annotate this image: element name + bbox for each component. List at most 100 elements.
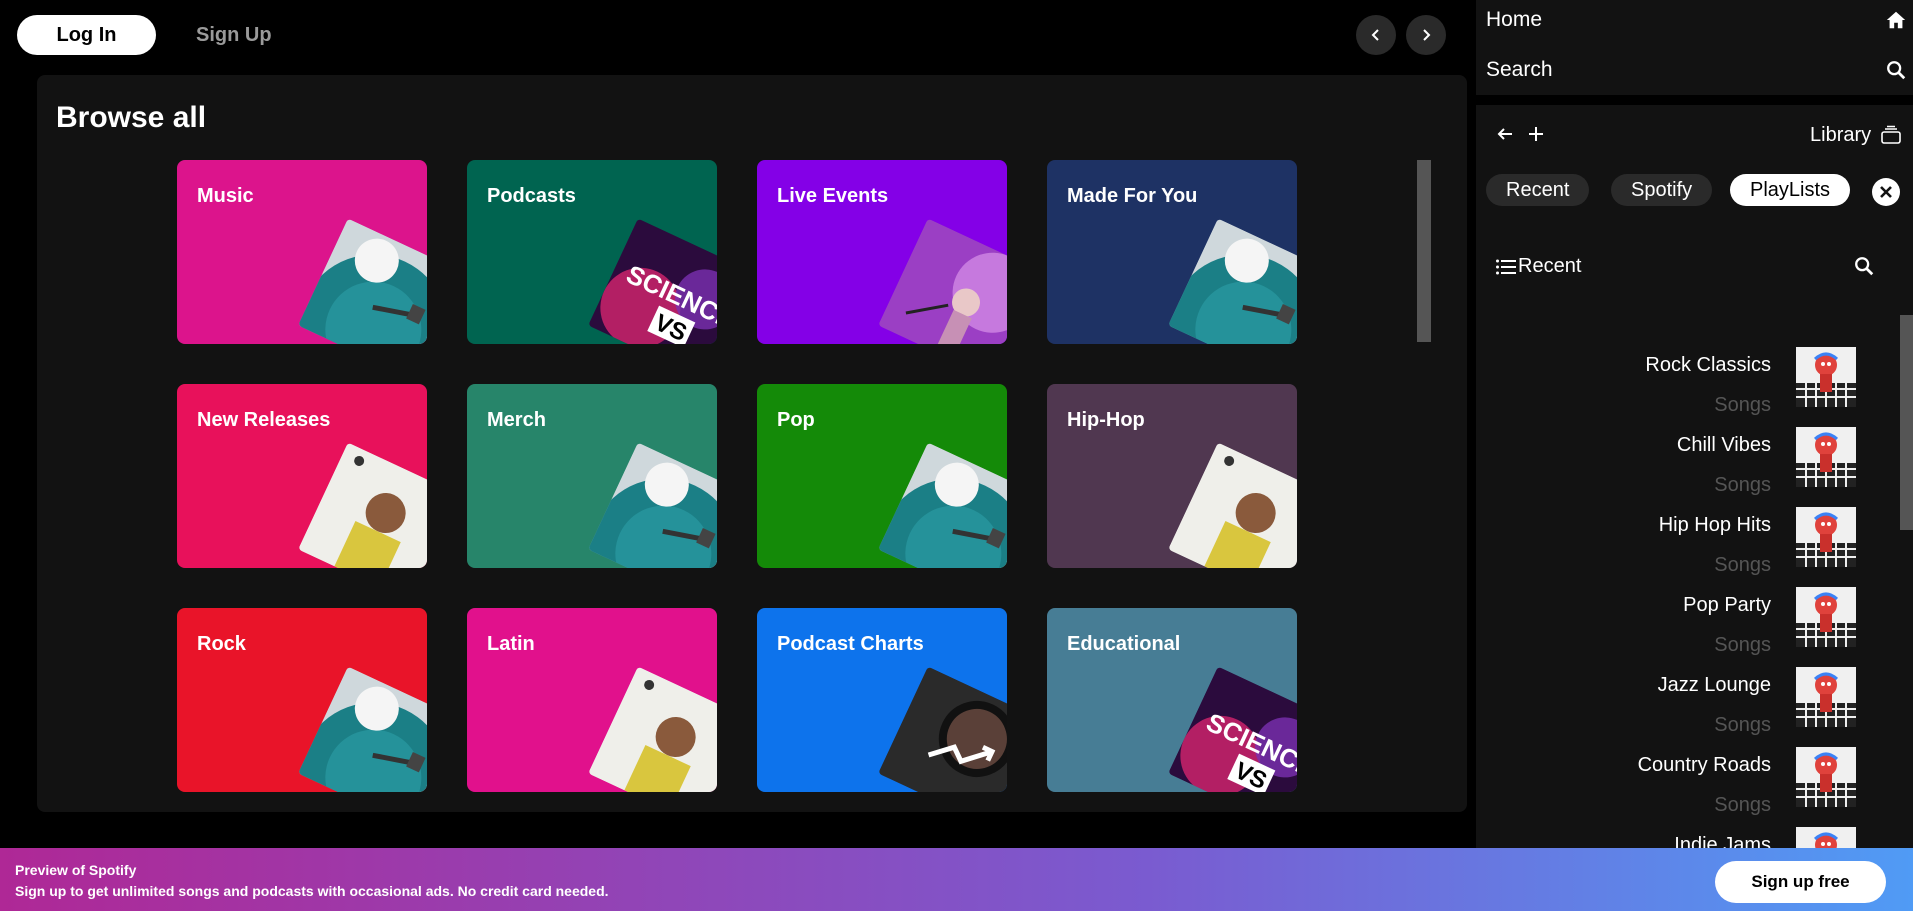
sidebar-item-search[interactable]: Search xyxy=(1486,58,1913,82)
chip-recent[interactable]: Recent xyxy=(1486,174,1590,206)
recent-label: Recent xyxy=(1518,255,1582,277)
search-icon xyxy=(1887,61,1906,80)
category-card-title: Educational xyxy=(1067,633,1181,655)
library-scrollbar[interactable] xyxy=(1900,315,1913,530)
category-card-title: Podcasts xyxy=(487,185,576,207)
concert-photo-icon xyxy=(878,218,1007,344)
clear-filter-button[interactable] xyxy=(1872,178,1900,206)
category-card-title: Music xyxy=(197,185,254,207)
sidebar-item-home[interactable]: Home xyxy=(1486,8,1913,32)
vinyl-record-icon xyxy=(298,666,427,792)
sort-recent-button[interactable]: Recent xyxy=(1496,255,1581,278)
home-label: Home xyxy=(1486,8,1543,31)
playlist-item[interactable]: Country Roads Songs xyxy=(1476,740,1913,820)
arrow-left-icon[interactable] xyxy=(1496,125,1514,143)
category-card-title: Merch xyxy=(487,409,546,431)
category-card-art: SCIENCE VS xyxy=(588,218,717,344)
playlist-subtitle: Songs xyxy=(1714,634,1771,656)
playlist-item[interactable]: Hip Hop Hits Songs xyxy=(1476,500,1913,580)
trending-chart-icon xyxy=(878,666,1007,792)
page-title: Browse all xyxy=(56,101,207,134)
search-label: Search xyxy=(1486,58,1553,81)
category-card-art: SCIENCE VS xyxy=(1168,666,1297,792)
vinyl-record-icon xyxy=(878,442,1007,568)
category-card-art xyxy=(878,442,1007,568)
playlist-thumbnail xyxy=(1796,667,1856,727)
playlist-item[interactable]: Rock Classics Songs xyxy=(1476,340,1913,420)
category-card[interactable]: Pop xyxy=(757,384,1007,568)
playlist-title: Hip Hop Hits xyxy=(1658,514,1771,536)
category-card-title: Rock xyxy=(197,633,246,655)
chevron-right-icon xyxy=(1423,29,1431,41)
category-card[interactable]: Educational SCIENCE VS xyxy=(1047,608,1297,792)
category-card[interactable]: Live Events xyxy=(757,160,1007,344)
signup-free-button[interactable]: Sign up free xyxy=(1715,861,1886,903)
chip-spotify[interactable]: Spotify xyxy=(1611,174,1713,206)
category-card[interactable]: Merch xyxy=(467,384,717,568)
category-card-art xyxy=(1168,442,1297,568)
playlist-subtitle: Songs xyxy=(1714,714,1771,736)
category-card-art xyxy=(878,666,1007,792)
playlist-title: Jazz Lounge xyxy=(1657,674,1771,696)
search-library-icon[interactable] xyxy=(1853,255,1875,277)
banner-title: Preview of Spotify xyxy=(15,862,137,878)
category-card-art xyxy=(298,666,427,792)
category-card[interactable]: Made For You xyxy=(1047,160,1297,344)
browse-scrollbar[interactable] xyxy=(1417,160,1431,342)
back-button[interactable] xyxy=(1356,15,1396,55)
banner-text: Sign up to get unlimited songs and podca… xyxy=(15,883,609,899)
category-card-title: Podcast Charts xyxy=(777,633,924,655)
artist-photo-icon xyxy=(298,442,427,568)
category-card[interactable]: Podcast Charts xyxy=(757,608,1007,792)
category-card-title: Live Events xyxy=(777,185,889,207)
playlist-item[interactable]: Chill Vibes Songs xyxy=(1476,420,1913,500)
playlist-title: Chill Vibes xyxy=(1676,434,1771,456)
artist-photo-icon xyxy=(1168,442,1297,568)
library-label: Library xyxy=(1810,124,1872,146)
category-card[interactable]: New Releases xyxy=(177,384,427,568)
playlist-subtitle: Songs xyxy=(1714,794,1771,816)
category-card[interactable]: Podcasts SCIENCE VS xyxy=(467,160,717,344)
category-card[interactable]: Rock xyxy=(177,608,427,792)
plus-icon[interactable] xyxy=(1527,125,1545,143)
category-card-art xyxy=(878,218,1007,344)
library-icon[interactable] xyxy=(1880,125,1902,145)
playlist-item[interactable]: Pop Party Songs xyxy=(1476,580,1913,660)
category-card-title: New Releases xyxy=(197,409,331,431)
category-card[interactable]: Latin xyxy=(467,608,717,792)
vinyl-record-icon xyxy=(298,218,427,344)
playlist-cover-icon xyxy=(1796,427,1856,487)
library-panel: Library Recent Spotify PlayLists Recent … xyxy=(1476,105,1913,896)
podcast-cover-icon: SCIENCEVS xyxy=(588,218,717,344)
category-card-title: Latin xyxy=(487,633,535,655)
login-button[interactable]: Log In xyxy=(17,15,156,55)
signup-link[interactable]: Sign Up xyxy=(196,24,272,47)
category-card-title: Hip-Hop xyxy=(1067,409,1145,431)
category-card-art xyxy=(588,666,717,792)
playlist-cover-icon xyxy=(1796,347,1856,407)
playlist-thumbnail xyxy=(1796,587,1856,647)
vinyl-record-icon xyxy=(1168,218,1297,344)
playlist-thumbnail xyxy=(1796,507,1856,567)
category-card-art xyxy=(298,218,427,344)
vinyl-record-icon xyxy=(588,442,717,568)
category-card-art xyxy=(1168,218,1297,344)
chip-playlists[interactable]: PlayLists xyxy=(1730,174,1851,206)
category-card[interactable]: Music xyxy=(177,160,427,344)
playlist-cover-icon xyxy=(1796,747,1856,807)
playlist-title: Pop Party xyxy=(1683,594,1771,616)
chevron-left-icon xyxy=(1371,29,1379,41)
category-card-art xyxy=(588,442,717,568)
top-bar: Log In Sign Up xyxy=(0,0,1476,72)
list-icon xyxy=(1496,259,1516,274)
playlist-cover-icon xyxy=(1796,587,1856,647)
playlist-item[interactable]: Jazz Lounge Songs xyxy=(1476,660,1913,740)
forward-button[interactable] xyxy=(1406,15,1446,55)
category-card[interactable]: Hip-Hop xyxy=(1047,384,1297,568)
playlist-subtitle: Songs xyxy=(1714,554,1771,576)
browse-panel: Browse all Music Podcasts SCIENCE VS Live Ev… xyxy=(37,75,1467,812)
category-card-title: Made For You xyxy=(1067,185,1198,207)
close-icon xyxy=(1880,186,1892,198)
sidebar-nav: Home Search xyxy=(1476,0,1913,95)
category-card-title: Pop xyxy=(777,409,815,431)
